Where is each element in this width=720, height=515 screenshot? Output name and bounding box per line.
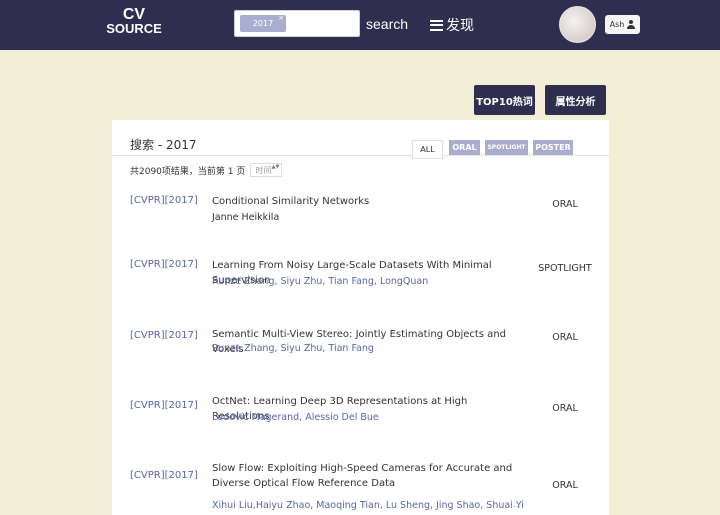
discover-menu[interactable]: 发现 [430, 15, 474, 35]
discover-label: 发现 [446, 18, 474, 34]
avatar[interactable] [559, 6, 596, 43]
sort-select[interactable]: 时间 ▲▼ [250, 163, 283, 177]
menu-icon [430, 19, 443, 31]
paper-type: ORAL [552, 332, 578, 343]
results-title: 搜索 - 2017 [130, 138, 197, 152]
user-button[interactable]: Ash [605, 15, 640, 34]
paper-type: ORAL [552, 199, 578, 210]
filter-all[interactable]: ALL [412, 140, 443, 159]
title-divider [112, 155, 609, 156]
user-name: Ash [609, 20, 625, 29]
logo-line2: SOURCE [106, 21, 162, 36]
sort-label: 时间 [255, 165, 272, 175]
venue-link[interactable]: [CVPR][2017] [130, 330, 198, 341]
filter-poster[interactable]: POSTER [533, 140, 573, 155]
search-input[interactable]: 2017 × [234, 10, 360, 37]
venue-link[interactable]: [CVPR][2017] [130, 470, 198, 481]
paper-type: ORAL [552, 403, 578, 414]
paper-authors[interactable]: Xihui Liu,Haiyu Zhao, Maoqing Tian, Lu S… [212, 500, 524, 511]
results-summary-bar: 共2090项结果，当前第 1 页 时间 ▲▼ [130, 163, 283, 177]
tag-close-icon[interactable]: × [278, 10, 284, 27]
search-button[interactable]: search [366, 16, 408, 32]
logo-line1: CV [122, 6, 146, 23]
venue-link[interactable]: [CVPR][2017] [130, 400, 198, 411]
top10-button[interactable]: TOP10热词 [474, 85, 535, 115]
paper-type: SPOTLIGHT [538, 263, 592, 274]
user-icon [627, 20, 636, 29]
attribute-analysis-button[interactable]: 属性分析 [545, 85, 606, 115]
filter-oral[interactable]: ORAL [449, 140, 480, 155]
top-navbar: CV SOURCE 2017 × search 发现 Ash [0, 0, 720, 50]
paper-authors[interactable]: Ludovic Magerand, Alessio Del Bue [212, 412, 379, 423]
search-tag[interactable]: 2017 × [240, 14, 286, 32]
results-panel: 搜索 - 2017 ALL ORAL SPOTLIGHT POSTER 共209… [112, 120, 609, 515]
site-logo[interactable]: CV SOURCE [106, 6, 162, 36]
paper-type: ORAL [552, 480, 578, 491]
paper-authors[interactable]: Runze Zhang, Siyu Zhu, Tian Fang [212, 343, 374, 354]
sort-arrows-icon: ▲▼ [271, 164, 280, 170]
venue-link[interactable]: [CVPR][2017] [130, 259, 198, 270]
results-summary: 共2090项结果，当前第 1 页 [130, 166, 246, 177]
paper-title[interactable]: Slow Flow: Exploiting High-Speed Cameras… [212, 461, 522, 491]
paper-authors[interactable]: Janne Heikkila [212, 212, 279, 223]
filter-spotlight[interactable]: SPOTLIGHT [485, 140, 528, 155]
paper-title[interactable]: Conditional Similarity Networks [212, 194, 522, 209]
more-authors[interactable]: ... [510, 500, 519, 510]
venue-link[interactable]: [CVPR][2017] [130, 195, 198, 206]
search-tag-label: 2017 [252, 19, 274, 28]
paper-authors[interactable]: Runze Zhang, Siyu Zhu, Tian Fang, LongQu… [212, 276, 428, 287]
